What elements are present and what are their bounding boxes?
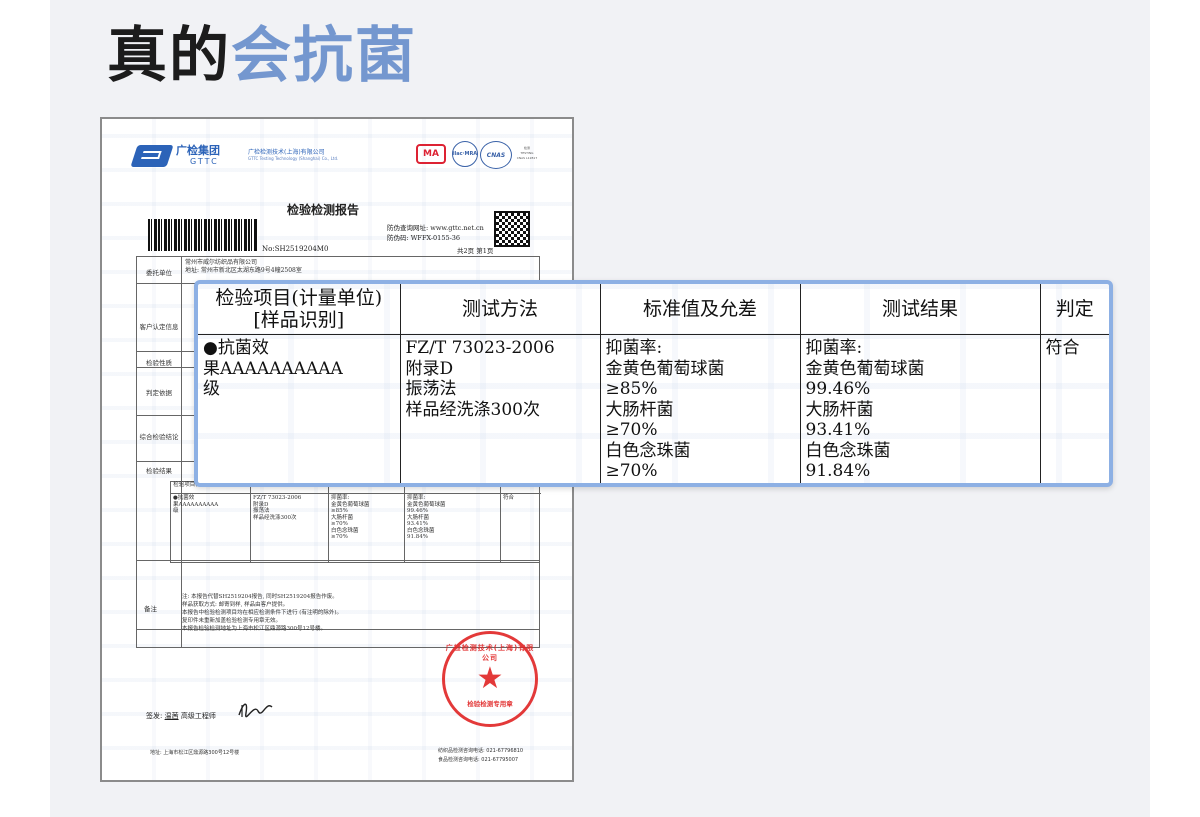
client-name: 常州市威尔纺织品有限公司 xyxy=(185,259,258,266)
header-result: 测试结果 xyxy=(799,284,1041,335)
mini-result-table: 检验项目(计量单位)[样品识别] 测试方法 标准值及允差 测试结果 判定 ●抗菌… xyxy=(170,481,541,563)
cma-mark-icon: MA xyxy=(416,144,446,164)
mini-cell-line: 样品经洗涤300次 xyxy=(253,514,297,521)
form-divider xyxy=(181,257,182,647)
header-item-line: [样品识别] xyxy=(253,309,345,331)
ilac-mra-icon: ilac·MRA xyxy=(452,141,478,167)
footer-address: 地址: 上海市松江区鼎源路300号12号楼 xyxy=(150,750,240,756)
cell-standard: 抑菌率: 金黄色葡萄球菌 ≥85% 大肠杆菌 ≥70% 白色念珠菌 ≥70% xyxy=(599,334,801,483)
cell-line: ≥70% xyxy=(605,420,658,440)
table-header-row: 检验项目(计量单位) [样品识别] 测试方法 标准值及允差 测试结果 判定 xyxy=(198,284,1109,335)
cell-line: 93.41% xyxy=(805,420,871,440)
zoomed-result-table: 检验项目(计量单位) [样品识别] 测试方法 标准值及允差 测试结果 判定 ●抗… xyxy=(194,280,1113,487)
qr-code-icon xyxy=(494,211,530,247)
cell-line: ≥70% xyxy=(605,461,658,481)
client-info: 常州市威尔纺织品有限公司 地址: 常州市新北区太湖东路9号4幢2508室 xyxy=(185,259,302,275)
seal-text: 检验检测专用章 xyxy=(467,700,513,708)
verification-info: 防伪查询网址: www.gttc.net.cn 防伪码: WFFX-0155-3… xyxy=(387,223,484,243)
signer-title: 高级工程师 xyxy=(180,712,216,720)
cell-line: 99.46% xyxy=(805,379,871,399)
note-line: 本报告中检验检测项目均在相应检测条件下进行 (有注明的除外)。 xyxy=(182,610,343,616)
company-name-en: GTTC Testing Technology (Shanghai) Co., … xyxy=(248,156,339,161)
client-address: 地址: 常州市新北区太湖东路9号4幢2508室 xyxy=(185,267,302,274)
note-line: 样品获取方式: 邮寄到样, 样品由客户提供。 xyxy=(182,602,289,608)
row-label-conclusion: 综合检验结论 xyxy=(139,433,179,441)
verify-site: 防伪查询网址: www.gttc.net.cn xyxy=(387,224,484,232)
verify-code: 防伪码: WFFX-0155-36 xyxy=(387,234,461,242)
row-label-client: 委托单位 xyxy=(146,269,172,277)
signer-info: 签发: 温茜 高级工程师 xyxy=(146,711,216,721)
cell-line: 大肠杆菌 xyxy=(805,399,874,420)
cell-line: 抑菌率: xyxy=(805,338,863,358)
testing-accreditation-icon: 检测 TESTING CNAS L12817 xyxy=(512,139,542,167)
cell-line: 果AAAAAAAAAA xyxy=(203,358,343,379)
page-number: 共2页 第1页 xyxy=(457,247,494,255)
cell-line: ●抗菌效 xyxy=(203,338,269,358)
mini-cell-line: ≥70% xyxy=(331,534,348,540)
seal-star-icon: ★ xyxy=(476,661,504,696)
cell-line: ≥85% xyxy=(605,379,658,399)
cell-judgement: 符合 xyxy=(1039,334,1109,483)
group-abbr: GTTC xyxy=(190,157,219,166)
mini-cell-judgement: 符合 xyxy=(503,495,515,501)
result-table: 检验项目(计量单位) [样品识别] 测试方法 标准值及允差 测试结果 判定 ●抗… xyxy=(198,284,1109,483)
cell-line: 振荡法 xyxy=(405,379,457,399)
row-label-customer-info: 客户认定信息 xyxy=(139,323,179,331)
cell-line: 白色念珠菌 xyxy=(805,440,891,461)
report-title: 检验检测报告 xyxy=(287,203,360,217)
cell-line: 样品经洗涤300次 xyxy=(405,399,540,420)
row-label-results: 检验结果 xyxy=(146,467,172,475)
footer-phone: 食品检测咨询电话: 021-67795007 xyxy=(438,757,519,763)
headline-part1: 真的 xyxy=(107,21,231,91)
table-row: ●抗菌效 果AAAAAAAAAA 级 FZ/T 73023-2006 附录D 振… xyxy=(198,334,1109,483)
gttc-logo-icon xyxy=(130,145,174,167)
footer-phone: 纺织品检测咨询电话: 021-67796810 xyxy=(438,748,524,754)
row-label-basis: 判定依据 xyxy=(146,389,172,397)
mini-cell-standard: 抑菌率: 金黄色葡萄球菌 ≥85% 大肠杆菌 ≥70% 白色念珠菌 ≥70% xyxy=(329,494,405,562)
testing-line: CNAS L12817 xyxy=(516,155,538,160)
cnas-icon: CNAS xyxy=(480,141,512,169)
note-line: 本报告检验检测地址为上海市松江区鼎源路300号12号楼。 xyxy=(182,626,326,632)
cell-line: FZ/T 73023-2006 xyxy=(405,338,555,358)
handwritten-signature-icon xyxy=(238,703,273,718)
footer-phones: 纺织品检测咨询电话: 021-67796810 食品检测咨询电话: 021-67… xyxy=(438,747,523,765)
cell-line: 级 xyxy=(203,379,220,399)
cell-line: 大肠杆菌 xyxy=(605,399,674,420)
mini-cell-item: ●抗菌效 果AAAAAAAAAA 级 xyxy=(171,494,251,562)
mini-cell-result: 抑菌率: 金黄色葡萄球菌 99.46% 大肠杆菌 93.41% 白色念珠菌 91… xyxy=(405,494,501,562)
cell-line: 91.84% xyxy=(805,461,871,481)
mini-cell-line: 91.84% xyxy=(407,534,428,540)
note-line: 注: 本报告代替SH2519204报告, 同时SH2519204报告作废。 xyxy=(182,594,338,600)
cell-line: 白色念珠菌 xyxy=(605,440,691,461)
headline-accent: 会抗菌 xyxy=(231,21,417,91)
signer-name: 温茜 xyxy=(164,712,179,720)
cell-line: 抑菌率: xyxy=(605,338,663,358)
header-item-line: 检验项目(计量单位) xyxy=(215,287,383,309)
cell-line: 附录D xyxy=(405,358,454,379)
report-notes: 注: 本报告代替SH2519204报告, 同时SH2519204报告作废。 样品… xyxy=(182,593,342,633)
mini-cell-method: FZ/T 73023-2006 附录D 振荡法 样品经洗涤300次 xyxy=(251,494,329,562)
cell-method: FZ/T 73023-2006 附录D 振荡法 样品经洗涤300次 xyxy=(399,334,601,483)
seal-arc-text: 广检检测技术(上海)有限公司 xyxy=(445,644,535,662)
signer-label: 签发: xyxy=(146,712,163,720)
cell-line: 金黄色葡萄球菌 xyxy=(605,358,725,379)
cell-result: 抑菌率: 金黄色葡萄球菌 99.46% 大肠杆菌 93.41% 白色念珠菌 91… xyxy=(799,334,1041,483)
barcode-icon xyxy=(148,219,258,251)
mini-cell-line: 级 xyxy=(173,508,179,514)
header-item: 检验项目(计量单位) [样品识别] xyxy=(198,284,401,335)
row-label-nature: 检验性质 xyxy=(146,359,172,367)
header-judgement: 判定 xyxy=(1039,284,1109,335)
header-standard: 标准值及允差 xyxy=(599,284,801,335)
company-name: 广检检测技术(上海)有限公司 xyxy=(248,149,325,156)
official-seal-icon: 广检检测技术(上海)有限公司 ★ 检验检测专用章 xyxy=(442,631,538,727)
group-name: 广检集团 xyxy=(176,144,220,157)
cell-line: 金黄色葡萄球菌 xyxy=(805,358,925,379)
cell-item: ●抗菌效 果AAAAAAAAAA 级 xyxy=(198,334,401,483)
notes-label: 备注 xyxy=(144,605,157,613)
headline: 真的会抗菌 xyxy=(107,18,417,94)
report-number: No:SH2519204M0 xyxy=(262,245,329,253)
header-method: 测试方法 xyxy=(399,284,601,335)
note-line: 复印件未重新加盖检验检测专用章无效。 xyxy=(182,618,282,624)
